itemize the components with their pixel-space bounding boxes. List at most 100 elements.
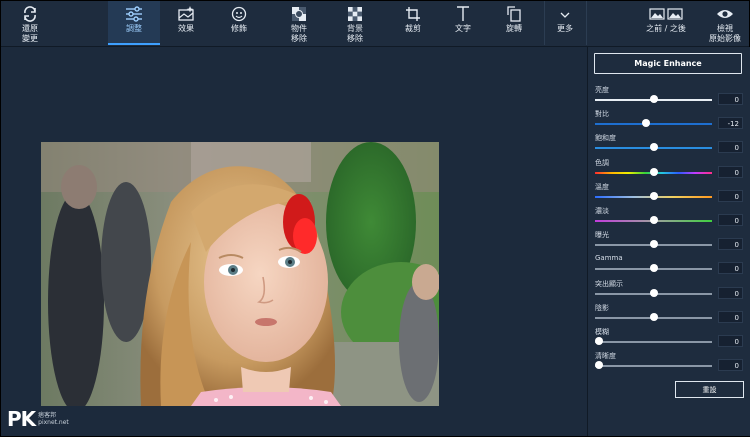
adjustment-slider-handle[interactable] xyxy=(649,216,658,224)
adjustment-slider-track[interactable] xyxy=(595,341,712,343)
tab-effects-label: 效果 xyxy=(178,24,194,33)
adjustment-value-input[interactable]: 0 xyxy=(718,310,743,323)
magic-enhance-button[interactable]: Magic Enhance xyxy=(594,53,742,74)
adjustment-label: 亮度 xyxy=(595,86,609,94)
adjustment-row: 陰影 0 xyxy=(595,303,743,327)
adjustment-row: 對比 -12 xyxy=(595,109,743,133)
tab-adjust[interactable]: 調整 xyxy=(108,1,160,45)
view-original-button[interactable]: 檢視 原始影像 xyxy=(703,1,747,45)
adjustment-value-input[interactable]: 0 xyxy=(718,93,743,105)
more-label: 更多 xyxy=(557,24,573,33)
adjustment-row: 突出顯示 0 xyxy=(595,279,743,303)
tab-effects[interactable]: 效果 xyxy=(166,1,206,45)
adjustment-slider-handle[interactable] xyxy=(649,288,658,297)
adjustment-row: 模糊 0 xyxy=(595,327,743,351)
adjustment-label: 濃淡 xyxy=(595,207,609,215)
adjustment-row: 飽和度 0 xyxy=(595,133,743,157)
more-button[interactable]: 更多 xyxy=(547,1,583,45)
watermark-line2: pixnet.net xyxy=(38,419,69,426)
adjustment-label: 突出顯示 xyxy=(595,279,623,288)
crop-icon xyxy=(393,4,433,24)
tab-object-remove[interactable]: 物件 移除 xyxy=(279,1,319,45)
tab-rotate-label: 旋轉 xyxy=(506,24,522,33)
reset-button[interactable]: 重設 xyxy=(675,381,744,398)
chevron-down-icon xyxy=(547,6,583,24)
adjustment-label: Gamma xyxy=(595,254,623,263)
tab-retouch[interactable]: 修飾 xyxy=(219,1,259,45)
adjustment-label: 對比 xyxy=(595,110,609,119)
tab-background-remove-label: 背景 移除 xyxy=(347,24,363,43)
adjustment-label: 飽和度 xyxy=(595,134,616,143)
tab-adjust-label: 調整 xyxy=(126,24,142,33)
adjustment-slider-handle[interactable] xyxy=(642,119,651,128)
adjustment-row: 濃淡 0 xyxy=(595,206,743,230)
adjustments-panel: Magic Enhance 亮度 0 對比 -12 飽和度 0 色調 0 溫度 0 濃淡 0 曝光 0 Ga… xyxy=(587,47,750,436)
adjustment-value-input[interactable]: 0 xyxy=(718,189,743,202)
watermark-line1: 痞客邦 xyxy=(38,412,57,419)
tab-text-label: 文字 xyxy=(455,24,471,33)
adjustment-slider-handle[interactable] xyxy=(649,264,658,273)
adjustment-slider-handle[interactable] xyxy=(649,167,658,176)
watermark-logo: PK xyxy=(7,407,36,431)
view-original-label: 檢視 原始影像 xyxy=(709,24,741,43)
before-after-label: 之前 / 之後 xyxy=(646,24,686,33)
adjustment-value-input[interactable]: 0 xyxy=(718,141,743,154)
tab-crop[interactable]: 裁剪 xyxy=(393,1,433,45)
adjustment-slider-handle[interactable] xyxy=(649,143,658,152)
tab-object-remove-label: 物件 移除 xyxy=(291,24,307,43)
top-toolbar: 還原 變更 調整 效果 修飾 物件 移除 背景 移除 裁剪 文字 旋轉 更多 之… xyxy=(1,1,749,47)
text-icon xyxy=(443,4,483,24)
adjustment-value-input[interactable]: 0 xyxy=(718,165,743,178)
adjustment-label: 模糊 xyxy=(595,328,609,336)
adjustment-label: 溫度 xyxy=(595,182,609,191)
tab-text[interactable]: 文字 xyxy=(443,1,483,45)
adjustment-slider-handle[interactable] xyxy=(595,337,603,345)
app-window: 還原 變更 調整 效果 修飾 物件 移除 背景 移除 裁剪 文字 旋轉 更多 之… xyxy=(0,0,750,437)
undo-label: 還原 變更 xyxy=(22,24,38,43)
tab-crop-label: 裁剪 xyxy=(405,24,421,33)
adjustment-value-input[interactable]: 0 xyxy=(718,286,743,299)
adjustment-label: 陰影 xyxy=(595,303,609,312)
adjustment-row: 曝光 0 xyxy=(595,230,743,254)
undo-button[interactable]: 還原 變更 xyxy=(7,1,53,45)
before-after-button[interactable]: 之前 / 之後 xyxy=(641,1,691,45)
adjustment-slider-handle[interactable] xyxy=(649,95,658,103)
eye-icon xyxy=(703,4,747,24)
before-after-icon xyxy=(641,4,691,24)
adjustment-value-input[interactable]: 0 xyxy=(718,214,743,226)
watermark: PK 痞客邦 pixnet.net xyxy=(7,405,69,433)
adjustment-slider-track[interactable] xyxy=(595,123,712,126)
adjustment-value-input[interactable]: 0 xyxy=(718,262,743,275)
effects-icon xyxy=(166,4,206,24)
adjustment-label: 清晰度 xyxy=(595,352,616,361)
adjustment-row: 溫度 0 xyxy=(595,182,743,206)
toolbar-divider xyxy=(544,1,545,45)
undo-icon xyxy=(7,4,53,24)
adjustment-slider-track[interactable] xyxy=(595,365,712,368)
retouch-icon xyxy=(219,4,259,24)
photo-image xyxy=(41,142,439,406)
toolbar-divider xyxy=(586,1,587,45)
adjustment-value-input[interactable]: 0 xyxy=(718,238,743,251)
adjustment-slider-handle[interactable] xyxy=(649,240,658,249)
rotate-icon xyxy=(494,4,534,24)
tab-rotate[interactable]: 旋轉 xyxy=(494,1,534,45)
adjustment-value-input[interactable]: 0 xyxy=(718,359,743,372)
adjustment-label: 色調 xyxy=(595,158,609,167)
adjustment-row: 亮度 0 xyxy=(595,85,743,109)
adjustment-label: 曝光 xyxy=(595,231,609,240)
adjustment-row: Gamma 0 xyxy=(595,254,743,278)
sliders-icon xyxy=(108,4,160,24)
adjustment-slider-handle[interactable] xyxy=(649,312,658,321)
adjustment-slider-handle[interactable] xyxy=(595,361,603,370)
watermark-text: 痞客邦 pixnet.net xyxy=(38,412,69,426)
object-remove-icon xyxy=(279,4,319,24)
photo-canvas[interactable] xyxy=(41,142,439,406)
adjustment-row: 色調 0 xyxy=(595,158,743,182)
adjustment-value-input[interactable]: -12 xyxy=(718,117,743,130)
adjustment-row: 清晰度 0 xyxy=(595,351,743,375)
tab-background-remove[interactable]: 背景 移除 xyxy=(335,1,375,45)
adjustment-value-input[interactable]: 0 xyxy=(718,335,743,347)
tab-retouch-label: 修飾 xyxy=(231,24,247,33)
adjustment-slider-handle[interactable] xyxy=(649,191,658,200)
